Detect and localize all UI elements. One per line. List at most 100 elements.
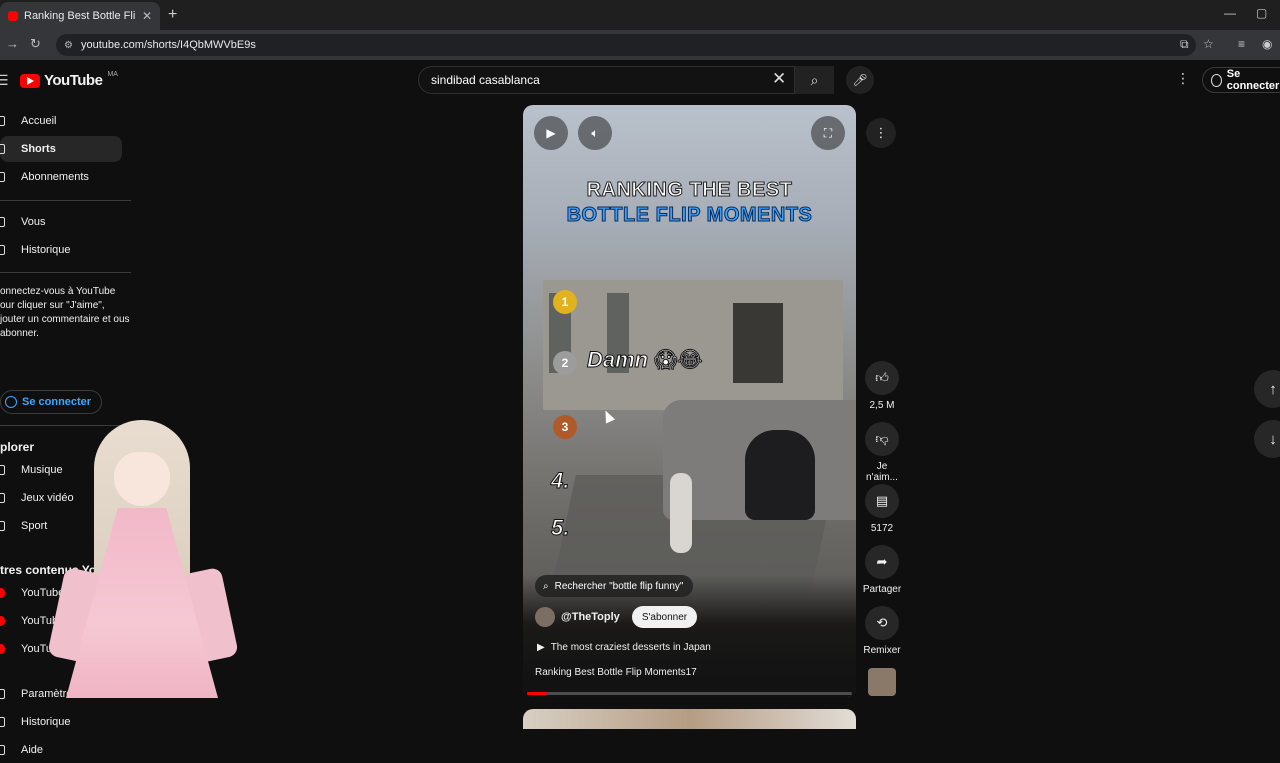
signin-label: Se connecter	[1226, 68, 1280, 92]
sidebar-item-label: Sport	[21, 520, 48, 532]
voice-search-button[interactable]: 🎤︎	[846, 66, 874, 94]
video-scene-wall	[543, 280, 843, 410]
sidebar-item-history[interactable]: Historique	[0, 237, 122, 263]
sidebar-item-you[interactable]: Vous	[0, 209, 122, 235]
fullscreen-button[interactable]: ⛶	[811, 116, 845, 150]
vtuber-avatar-overlay	[47, 420, 239, 700]
channel-avatar[interactable]	[535, 607, 555, 627]
forward-icon[interactable]: →	[6, 36, 19, 51]
search-chip-label: Rechercher "bottle flip funny"	[554, 580, 684, 592]
related-video-link[interactable]: ▶ The most craziest desserts in Japan	[537, 642, 711, 653]
sidebar-item-shorts[interactable]: Shorts	[0, 136, 122, 162]
sidebar-item-label: Abonnements	[21, 171, 89, 183]
short-title[interactable]: Ranking Best Bottle Flip Moments17	[535, 667, 697, 678]
sidebar-item-label: Vous	[21, 216, 46, 228]
browser-tabbar: Ranking Best Bottle Flip Moments ✕ + — ▢	[0, 0, 1280, 30]
sidebar-item-help[interactable]: Aide	[0, 737, 122, 763]
sidebar-item-label: Accueil	[21, 115, 57, 127]
youtube-logo[interactable]: YouTube MA	[20, 71, 118, 89]
sidebar-item-label: Shorts	[21, 143, 56, 155]
site-info-icon[interactable]: ⚙	[64, 40, 73, 51]
like-action[interactable]: 👍︎ 2,5 M	[860, 361, 904, 411]
comment-count: 5172	[870, 523, 894, 534]
play-button[interactable]: ▶	[534, 116, 568, 150]
share-action[interactable]: ➦ Partager	[860, 545, 904, 595]
install-app-icon[interactable]: ⧉	[1180, 37, 1189, 52]
profile-icon[interactable]: ◉	[1262, 37, 1272, 51]
arrow-down-icon: ↓	[1269, 430, 1277, 448]
sidebar-item-label: Aide	[21, 744, 44, 756]
avatar-face	[114, 452, 170, 506]
gear-icon	[0, 689, 5, 699]
account-icon	[5, 396, 17, 408]
play-small-icon: ▶	[537, 642, 545, 653]
shorts-player[interactable]: ▶ 🔈︎ ⛶ RANKING THE BEST BOTTLE FLIP MOME…	[523, 105, 856, 697]
logo-text: YouTube	[44, 72, 103, 89]
progress-fill	[527, 692, 547, 695]
search-icon: ⌕	[543, 580, 549, 592]
thumbs-up-icon[interactable]: 👍︎	[865, 361, 899, 395]
comment-icon[interactable]: ▤	[865, 484, 899, 518]
signin-button-sidebar[interactable]: Se connecter	[0, 390, 103, 414]
next-short-preview[interactable]	[523, 709, 856, 729]
microphone-icon: 🎤︎	[852, 73, 868, 87]
rank-number: 5.	[550, 515, 570, 541]
sidebar-item-subscriptions[interactable]: Abonnements	[0, 164, 122, 190]
search-input[interactable]: sindibad casablanca	[418, 66, 830, 94]
browser-tab[interactable]: Ranking Best Bottle Flip Moments ✕	[0, 2, 160, 30]
address-bar[interactable]: ⚙ youtube.com/shorts/I4QbMWVbE9s	[56, 34, 1196, 56]
home-icon	[0, 116, 5, 126]
signin-label: Se connecter	[22, 396, 92, 408]
progress-bar[interactable]	[527, 692, 852, 695]
search-value: sindibad casablanca	[431, 73, 540, 87]
volume-button[interactable]: 🔈︎	[578, 116, 612, 150]
video-scene-kitchen	[733, 303, 783, 383]
explore-heading: plorer	[0, 440, 35, 454]
signin-prompt: onnectez-vous à YouTube our cliquer sur …	[0, 286, 130, 339]
kebab-icon: ⋮	[874, 125, 888, 140]
reload-icon[interactable]: ↻	[30, 36, 41, 52]
media-controls-icon[interactable]: ≡	[1238, 37, 1245, 51]
minimize-icon[interactable]: —	[1224, 6, 1236, 20]
channel-name[interactable]: @TheToply	[561, 611, 620, 623]
next-short-button[interactable]: ↓	[1254, 420, 1280, 458]
previous-short-button[interactable]: ↑	[1254, 370, 1280, 408]
bookmark-star-icon[interactable]: ☆	[1203, 37, 1214, 51]
sidebar-item-report-history[interactable]: Historique	[0, 709, 122, 735]
country-code: MA	[107, 71, 118, 78]
dislike-label: Je n'aim...	[866, 461, 898, 483]
search-suggestion-chip[interactable]: ⌕ Rechercher "bottle flip funny"	[535, 575, 694, 597]
thumbs-down-icon[interactable]: 👎︎	[865, 422, 899, 456]
share-label: Partager	[862, 584, 902, 595]
sound-avatar[interactable]	[868, 668, 896, 696]
subscribe-button[interactable]: S'abonner	[631, 606, 698, 628]
sidebar-divider	[0, 200, 131, 201]
volume-icon: 🔈︎	[591, 125, 599, 140]
share-icon[interactable]: ➦	[865, 545, 899, 579]
clear-search-icon[interactable]: ✕	[772, 69, 786, 89]
sport-icon	[0, 521, 5, 531]
menu-icon[interactable]: ☰	[0, 72, 9, 89]
remix-action[interactable]: ⟲ Remixer	[860, 606, 904, 656]
settings-kebab-icon[interactable]: ⋮	[1176, 70, 1190, 87]
account-icon	[1211, 73, 1222, 87]
video-scene-person	[745, 430, 815, 520]
remix-icon[interactable]: ⟲	[865, 606, 899, 640]
more-options-button[interactable]: ⋮	[866, 118, 896, 148]
music-icon	[0, 465, 5, 475]
url-text: youtube.com/shorts/I4QbMWVbE9s	[80, 39, 256, 51]
comments-action[interactable]: ▤ 5172	[860, 484, 904, 534]
video-title-overlay-line1: RANKING THE BEST	[586, 179, 793, 202]
maximize-icon[interactable]: ▢	[1256, 6, 1267, 20]
close-tab-icon[interactable]: ✕	[142, 9, 152, 23]
dislike-action[interactable]: 👎︎ Je n'aim...	[860, 422, 904, 483]
signin-button-header[interactable]: Se connecter	[1202, 67, 1280, 93]
sidebar-item-home[interactable]: Accueil	[0, 108, 122, 134]
video-title-overlay-line2: BOTTLE FLIP MOMENTS	[566, 204, 813, 227]
arrow-up-icon: ↑	[1269, 380, 1277, 398]
help-icon	[0, 745, 5, 755]
new-tab-icon[interactable]: +	[168, 6, 177, 24]
sound-source[interactable]	[860, 668, 904, 696]
you-icon	[0, 217, 5, 227]
search-button[interactable]: ⌕	[794, 66, 834, 94]
